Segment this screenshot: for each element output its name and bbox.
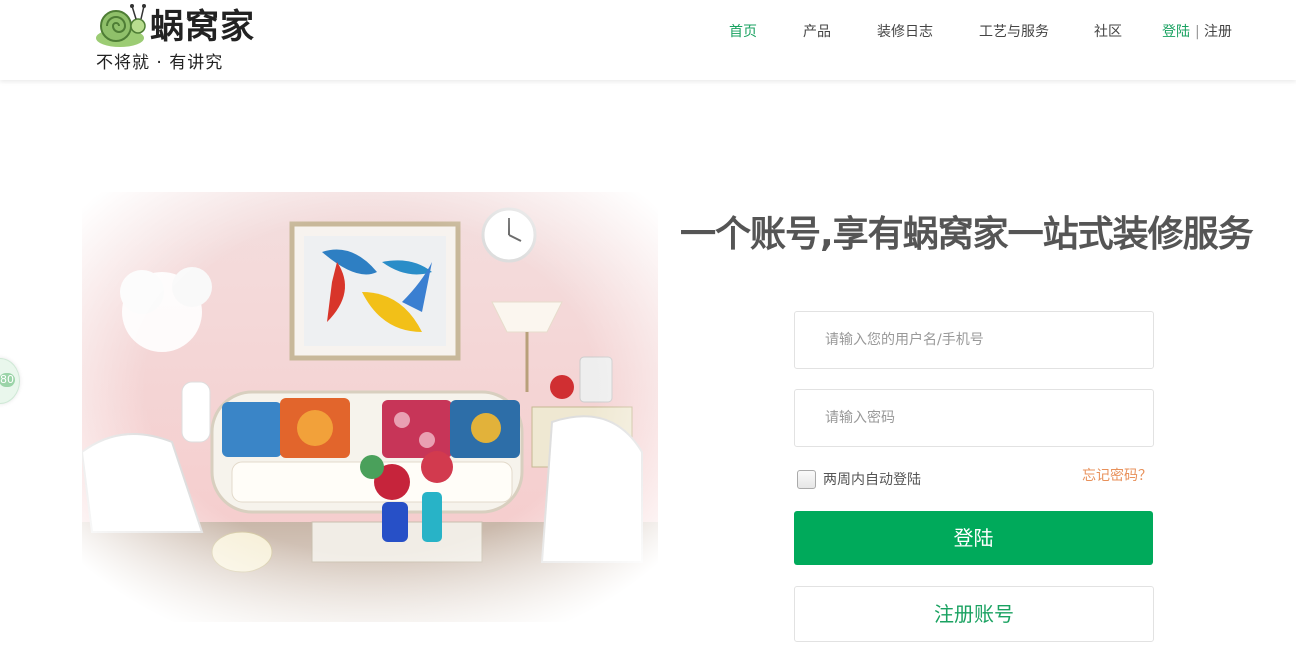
username-field[interactable] [794,311,1154,369]
nav-craft-service[interactable]: 工艺与服务 [979,22,1049,42]
page-headline: 一个账号,享有蜗窝家一站式装修服务 [680,214,1254,255]
nav-home[interactable]: 首页 [729,22,757,42]
forgot-password-link[interactable]: 忘记密码？ [1082,466,1152,486]
password-input[interactable] [823,390,1147,446]
remember-checkbox[interactable] [797,470,816,489]
username-input[interactable] [823,312,1147,368]
nav-community[interactable]: 社区 [1094,22,1122,42]
snail-logo-icon [96,4,146,47]
nav-separator: | [1195,24,1200,40]
remember-label: 两周内自动登陆 [823,472,921,488]
room-illustration [82,192,658,622]
login-button[interactable]: 登陆 [794,511,1153,565]
register-account-button[interactable]: 注册账号 [794,586,1154,642]
nav-diary[interactable]: 装修日志 [877,22,933,42]
password-field[interactable] [794,389,1154,447]
nav-register[interactable]: 注册 [1204,22,1232,42]
side-widget-badge: 80 [0,373,15,387]
logo-slogan: 不将就 · 有讲究 [96,53,224,73]
nav-login[interactable]: 登陆 [1162,22,1190,42]
side-float-widget[interactable]: 80 [0,358,20,404]
site-logo[interactable]: 蜗窝家 不将就 · 有讲究 [94,2,274,76]
nav-products[interactable]: 产品 [803,22,831,42]
top-header: 蜗窝家 不将就 · 有讲究 首页 产品 装修日志 工艺与服务 社区 登陆 | 注… [0,0,1296,80]
logo-name: 蜗窝家 [150,7,255,47]
